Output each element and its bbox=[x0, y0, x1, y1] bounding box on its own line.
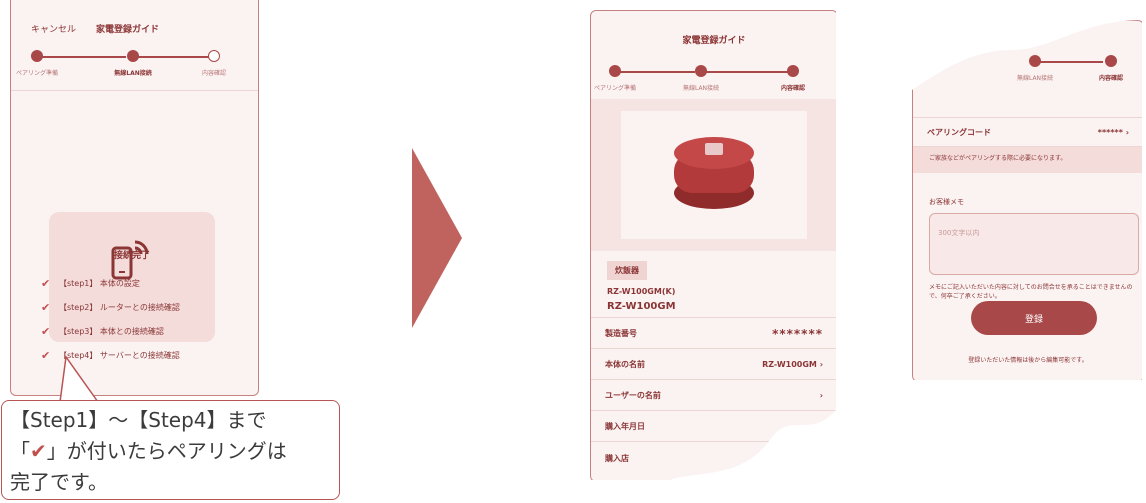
stepper: 無線LAN接続 内容確認 bbox=[913, 55, 1143, 91]
callout-line-1: 【Step1】～【Step4】まで bbox=[10, 408, 267, 432]
step-label-1: ペアリング準備 bbox=[593, 85, 637, 92]
checklist-item: ✔ 【step2】 ルーターとの接続確認 bbox=[41, 296, 251, 318]
checklist-label: 【step2】 ルーターとの接続確認 bbox=[59, 302, 180, 312]
chevron-right-icon: › bbox=[819, 391, 823, 400]
step-dot-2 bbox=[695, 65, 707, 77]
check-icon: ✔ bbox=[41, 276, 51, 290]
connected-label: 接続完了 bbox=[113, 251, 150, 261]
checklist-item: ✔ 【step3】 本体との接続確認 bbox=[41, 320, 251, 342]
serial-number-row: 製造番号 ******* bbox=[591, 319, 837, 349]
memo-note: メモにご記入いただいた内容に対してのお問合せを承ることはできませんので、何卒ご了… bbox=[929, 284, 1133, 300]
register-button[interactable]: 登録 bbox=[971, 301, 1097, 335]
step-dot-3 bbox=[1105, 55, 1117, 67]
pairing-note: ご家族などがペアリングする際に必要になります。 bbox=[913, 147, 1143, 173]
step-label-3: 内容確認 bbox=[1098, 75, 1124, 82]
product-image-area bbox=[591, 99, 837, 251]
model-code: RZ-W100GM(K) bbox=[607, 287, 676, 296]
step-dot-1 bbox=[609, 65, 621, 77]
callout-pointer bbox=[59, 355, 99, 403]
step-dot-3 bbox=[787, 65, 799, 77]
memo-textarea[interactable]: 300文字以内 bbox=[929, 213, 1139, 275]
step-label-1: ペアリング準備 bbox=[15, 70, 59, 77]
checklist-label: 【step1】 本体の設定 bbox=[59, 278, 140, 288]
category-badge: 炊飯器 bbox=[607, 261, 647, 280]
check-icon: ✔ bbox=[41, 300, 51, 314]
divider bbox=[591, 317, 837, 318]
header: キャンセル 家電登録ガイド bbox=[11, 14, 258, 42]
arrow-right-icon bbox=[412, 148, 462, 328]
purchase-date-row[interactable]: 購入年月日 bbox=[591, 412, 837, 442]
screen-content-confirm: 家電登録ガイド ペアリング準備 無線LAN接続 内容確認 炊飯器 RZ-W100… bbox=[590, 10, 838, 482]
callout-line-3: 完了です。 bbox=[10, 470, 108, 494]
model-name: RZ-W100GM bbox=[607, 301, 676, 312]
page-title: 家電登録ガイド bbox=[682, 36, 746, 46]
screen-pairing-code: 無線LAN接続 内容確認 ペアリングコード ****** › ご家族などがペアリ… bbox=[912, 20, 1144, 382]
memo-placeholder: 300文字以内 bbox=[938, 229, 980, 237]
callout-box: 【Step1】～【Step4】まで 「✔」が付いたらペアリングは 完了です。 bbox=[1, 400, 340, 500]
stepper: ペアリング準備 無線LAN接続 内容確認 bbox=[11, 50, 258, 86]
product-image bbox=[621, 111, 807, 239]
page-title: 家電登録ガイド bbox=[96, 24, 160, 35]
cancel-button[interactable]: キャンセル bbox=[31, 22, 76, 35]
pairing-code-row[interactable]: ペアリングコード ****** › bbox=[913, 117, 1143, 147]
divider bbox=[11, 90, 258, 91]
checklist-label: 【step3】 本体との接続確認 bbox=[59, 326, 164, 336]
check-icon: ✔ bbox=[41, 324, 51, 338]
check-icon: ✔ bbox=[30, 439, 47, 463]
screen-pairing-complete: キャンセル 家電登録ガイド ペアリング準備 無線LAN接続 内容確認 接続完了 … bbox=[10, 0, 259, 396]
step-label-2: 無線LAN接続 bbox=[114, 70, 152, 77]
step-label-2: 無線LAN接続 bbox=[682, 85, 720, 92]
step-dot-2 bbox=[127, 50, 139, 62]
device-name-row[interactable]: 本体の名前 RZ-W100GM › bbox=[591, 350, 837, 380]
checklist-item: ✔ 【step1】 本体の設定 bbox=[41, 272, 251, 294]
step-label-2: 無線LAN接続 bbox=[1016, 75, 1054, 82]
step-dot-2 bbox=[1029, 55, 1041, 67]
step-dot-1 bbox=[31, 50, 43, 62]
step-label-3: 内容確認 bbox=[201, 70, 227, 77]
purchase-store-row[interactable]: 購入店 bbox=[591, 443, 837, 473]
stepper: ペアリング準備 無線LAN接続 内容確認 bbox=[591, 65, 837, 101]
callout-line-2: 「✔」が付いたらペアリングは bbox=[10, 439, 287, 463]
step-dot-3 bbox=[208, 50, 220, 62]
user-name-row[interactable]: ユーザーの名前 › bbox=[591, 381, 837, 411]
rice-cooker-image bbox=[669, 133, 759, 213]
chevron-right-icon: › bbox=[819, 360, 823, 369]
step-label-3: 内容確認 bbox=[780, 85, 806, 92]
footer-note: 登録いただいた情報は後から編集可能です。 bbox=[968, 357, 1088, 364]
chevron-right-icon: › bbox=[1125, 127, 1129, 137]
memo-label: お客様メモ bbox=[929, 198, 964, 206]
